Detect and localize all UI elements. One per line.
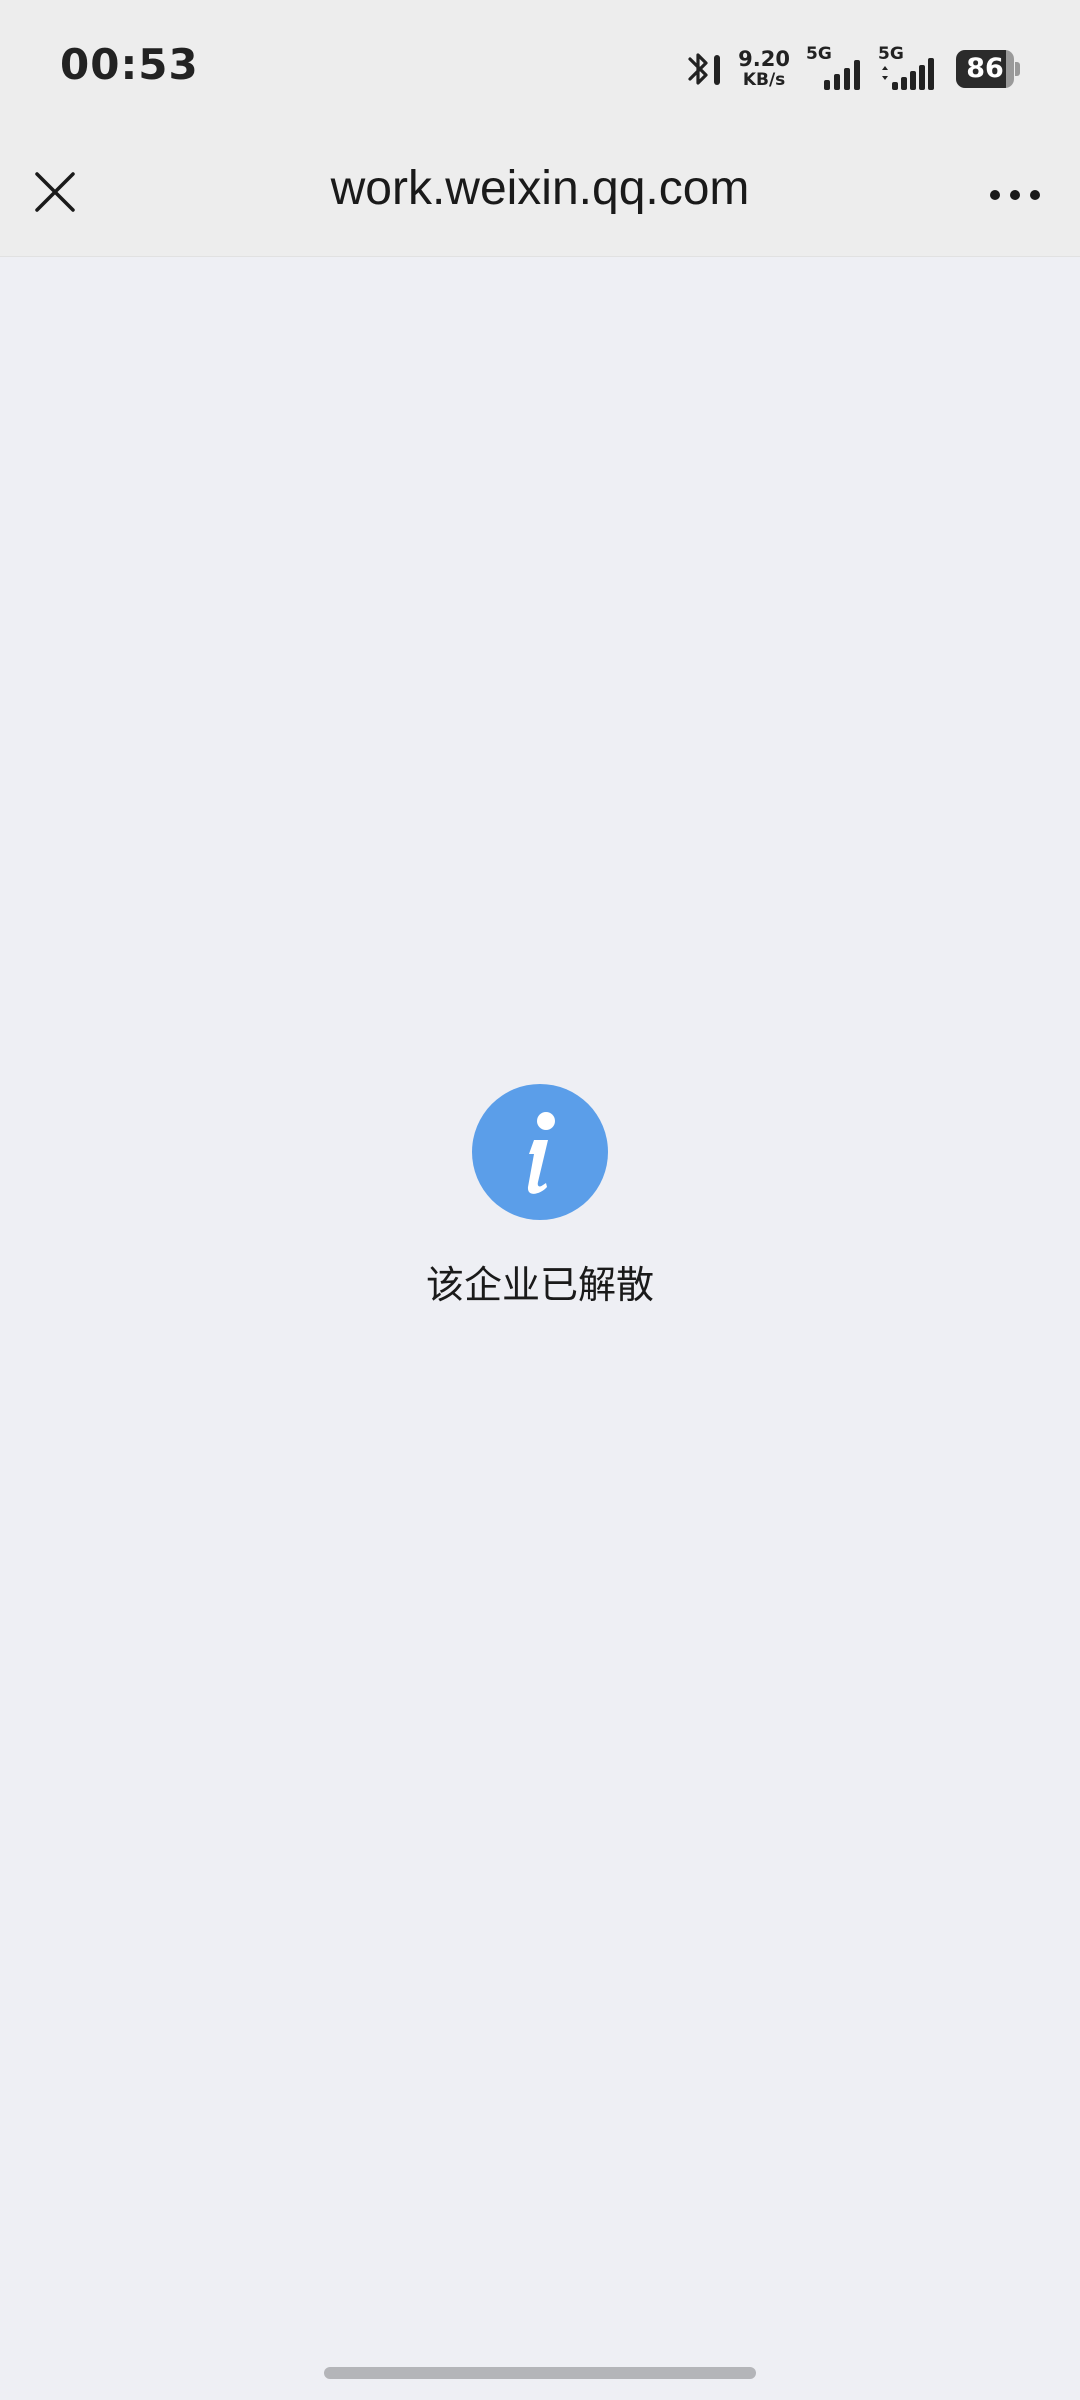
status-bar: 00:53 9.20 KB/s 5G 5G 86 — [0, 0, 1080, 135]
network-speed: 9.20 KB/s — [738, 49, 790, 89]
close-button[interactable] — [20, 157, 90, 227]
close-icon — [35, 172, 75, 212]
more-button[interactable] — [980, 165, 1050, 225]
battery-icon: 86 — [956, 50, 1020, 88]
status-time: 00:53 — [60, 40, 199, 89]
sim2-signal: 5G — [878, 46, 940, 92]
signal-icon — [824, 60, 860, 90]
network-speed-value: 9.20 — [738, 47, 790, 71]
page-title: work.weixin.qq.com — [330, 162, 750, 215]
signal-icon — [882, 58, 934, 90]
status-message: 该企业已解散 — [425, 1263, 654, 1307]
status-icons: 9.20 KB/s 5G 5G 86 — [684, 46, 1020, 92]
info-icon — [472, 1084, 608, 1220]
battery-level: 86 — [966, 53, 1004, 84]
home-indicator[interactable] — [324, 2367, 756, 2379]
main-content: 该企业已解散 — [0, 258, 1080, 2400]
screen: 00:53 9.20 KB/s 5G 5G 86 work.weixin.qq.… — [0, 0, 1080, 2400]
bluetooth-icon — [688, 53, 721, 85]
network-speed-unit: KB/s — [742, 70, 786, 90]
sim1-signal: 5G — [806, 46, 868, 92]
more-icon — [990, 190, 1040, 200]
nav-bar: work.weixin.qq.com — [0, 135, 1080, 257]
